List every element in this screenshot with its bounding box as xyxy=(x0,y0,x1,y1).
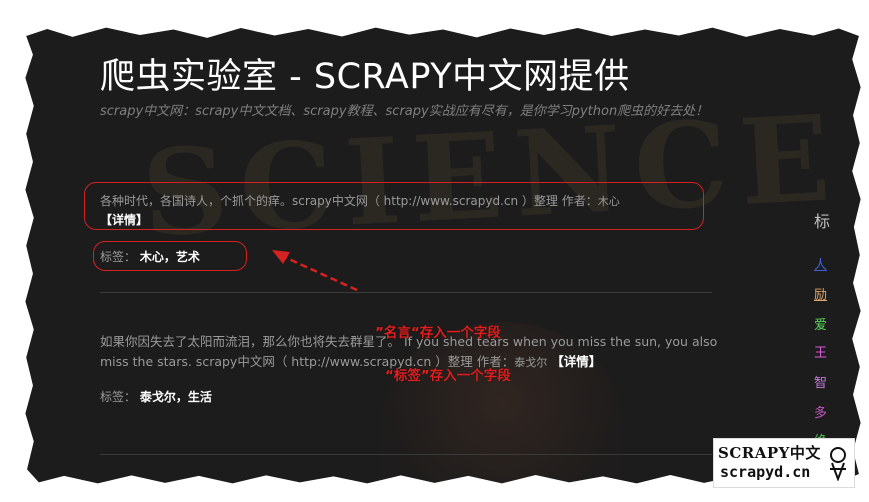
annotation-quote-field: ”名言“存入一个字段 xyxy=(375,325,501,341)
logo-title: SCRAPY中文 xyxy=(718,444,821,462)
annotation-tag-field: “标签”存入一个字段 xyxy=(385,368,511,384)
arrow-line xyxy=(279,253,358,292)
site-logo: SCRAPY中文 scrapyd.cn xyxy=(713,438,855,488)
logo-url: scrapyd.cn xyxy=(720,463,811,481)
spider-icon xyxy=(830,447,846,481)
annotation-arrow xyxy=(272,250,358,292)
